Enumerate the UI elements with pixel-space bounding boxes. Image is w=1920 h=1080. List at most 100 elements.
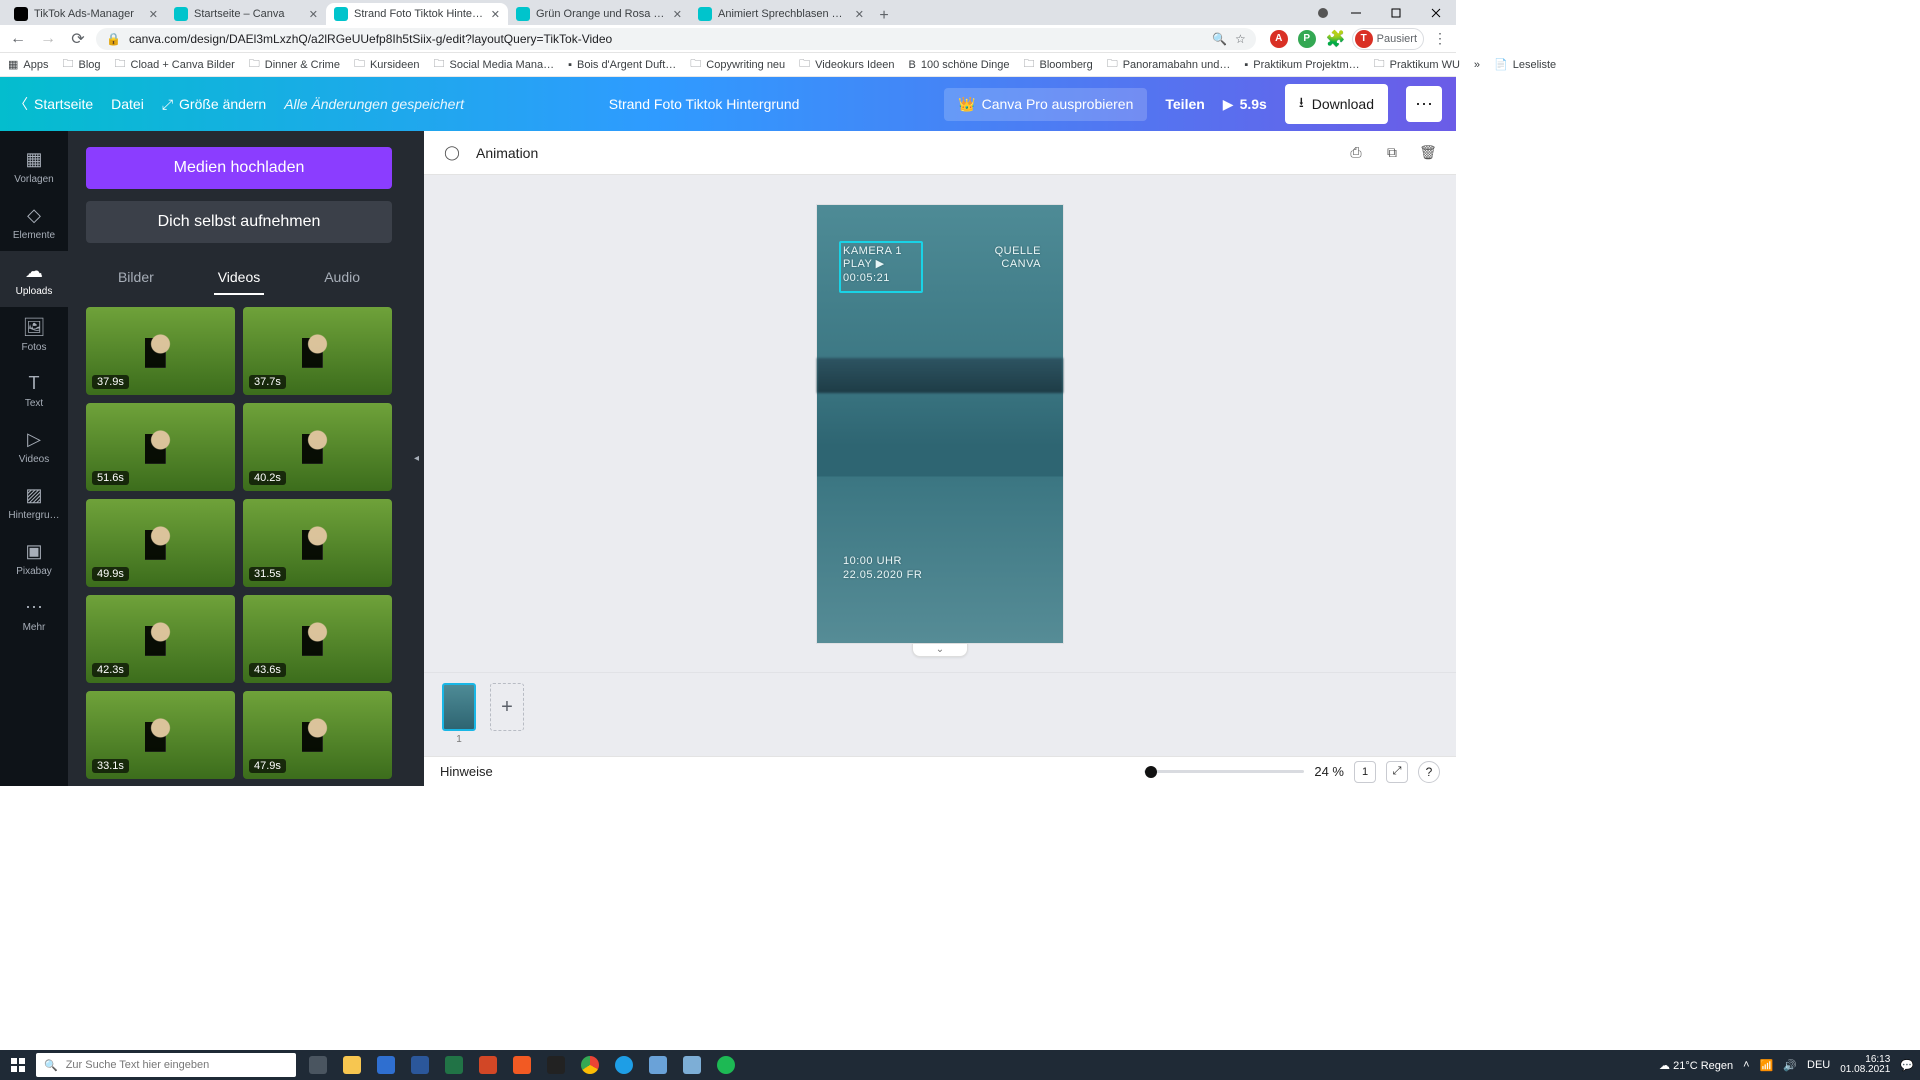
- back-button[interactable]: ←: [6, 27, 30, 51]
- fullscreen-button[interactable]: ⤢: [1386, 761, 1408, 783]
- video-thumb[interactable]: 47.9s: [243, 691, 392, 779]
- tab-0[interactable]: TikTok Ads-Manager ✕: [6, 3, 166, 25]
- brave-button[interactable]: [506, 1050, 538, 1080]
- bookmark-item[interactable]: 🗀Cload + Canva Bilder: [115, 55, 235, 74]
- taskview-button[interactable]: [302, 1050, 334, 1080]
- app-generic-2[interactable]: [676, 1050, 708, 1080]
- file-menu[interactable]: Datei: [111, 96, 144, 112]
- trash-icon[interactable]: 🗑: [1416, 141, 1440, 165]
- extension-abp-icon[interactable]: A: [1270, 30, 1288, 48]
- close-window-button[interactable]: [1416, 0, 1456, 25]
- rail-text[interactable]: TText: [0, 363, 68, 419]
- maximize-button[interactable]: [1376, 0, 1416, 25]
- clock[interactable]: 16:13 01.08.2021: [1840, 1055, 1890, 1076]
- rail-videos[interactable]: ▷Videos: [0, 419, 68, 475]
- add-page-button[interactable]: +: [490, 683, 524, 731]
- wifi-icon[interactable]: 📶: [1760, 1059, 1774, 1072]
- rail-templates[interactable]: ▦Vorlagen: [0, 139, 68, 195]
- animation-button[interactable]: Animation: [476, 145, 538, 161]
- zoom-icon[interactable]: 🔍: [1212, 32, 1227, 46]
- bookmark-item[interactable]: 🗀Panoramabahn und…: [1107, 55, 1231, 74]
- notes-button[interactable]: Hinweise: [440, 764, 493, 779]
- rail-elements[interactable]: ◇Elemente: [0, 195, 68, 251]
- video-thumb[interactable]: 42.3s: [86, 595, 235, 683]
- close-icon[interactable]: ✕: [491, 8, 500, 21]
- excel-button[interactable]: [438, 1050, 470, 1080]
- minimize-button[interactable]: [1336, 0, 1376, 25]
- reload-button[interactable]: ⟳: [66, 27, 90, 51]
- rail-pixabay[interactable]: ▣Pixabay: [0, 531, 68, 587]
- new-tab-button[interactable]: +: [872, 7, 896, 25]
- bookmark-item[interactable]: 🗀Dinner & Crime: [249, 55, 340, 74]
- bookmark-item[interactable]: 🗀Praktikum WU: [1374, 55, 1460, 74]
- overlay-datetime[interactable]: 10:00 UHR 22.05.2020 FR: [843, 555, 922, 583]
- video-thumb[interactable]: 40.2s: [243, 403, 392, 491]
- powerpoint-button[interactable]: [472, 1050, 504, 1080]
- tray-chevron-up-icon[interactable]: ˄: [1743, 1059, 1749, 1071]
- star-icon[interactable]: ☆: [1235, 32, 1246, 46]
- home-button[interactable]: 〈 Startseite: [14, 94, 93, 114]
- word-button[interactable]: [404, 1050, 436, 1080]
- tab-images[interactable]: Bilder: [114, 261, 158, 295]
- mail-button[interactable]: [370, 1050, 402, 1080]
- design-canvas[interactable]: KAMERA 1 PLAY ▶ 00:05:21 QUELLE CANVA 10…: [817, 205, 1063, 643]
- tab-2[interactable]: Strand Foto Tiktok Hintergrund – ✕: [326, 3, 508, 25]
- spotify-button[interactable]: [710, 1050, 742, 1080]
- video-thumb[interactable]: 37.9s: [86, 307, 235, 395]
- obs-button[interactable]: [540, 1050, 572, 1080]
- browser-menu-button[interactable]: ⋮: [1430, 30, 1450, 47]
- bookmark-item[interactable]: B100 schöne Dinge: [908, 59, 1009, 71]
- resize-button[interactable]: ⤢ Größe ändern: [162, 96, 266, 113]
- canvas-stage[interactable]: KAMERA 1 PLAY ▶ 00:05:21 QUELLE CANVA 10…: [424, 175, 1456, 672]
- page-count-button[interactable]: 1: [1354, 761, 1376, 783]
- tab-audio[interactable]: Audio: [320, 261, 364, 295]
- start-button[interactable]: [0, 1050, 36, 1080]
- slider-knob[interactable]: [1145, 766, 1157, 778]
- taskbar-search[interactable]: 🔍 Zur Suche Text hier eingeben: [36, 1053, 296, 1077]
- extension-pin-icon[interactable]: P: [1298, 30, 1316, 48]
- help-button[interactable]: ?: [1418, 761, 1440, 783]
- video-thumb[interactable]: 31.5s: [243, 499, 392, 587]
- zoom-value[interactable]: 24 %: [1314, 764, 1344, 779]
- tab-3[interactable]: Grün Orange und Rosa Organisc ✕: [508, 3, 690, 25]
- bookmark-item[interactable]: 🗀Blog: [62, 55, 100, 74]
- language-indicator[interactable]: DEU: [1807, 1059, 1830, 1071]
- bookmarks-overflow[interactable]: »: [1474, 59, 1480, 71]
- bookmark-item[interactable]: 🗀Kursideen: [354, 55, 420, 74]
- video-thumb[interactable]: 37.7s: [243, 307, 392, 395]
- bookmark-item[interactable]: 🗀Bloomberg: [1024, 55, 1093, 74]
- collapse-panel-button[interactable]: ◂: [410, 131, 424, 786]
- omnibox[interactable]: 🔒 canva.com/design/DAEl3mLxzhQ/a2lRGeUUe…: [96, 28, 1256, 50]
- video-thumb[interactable]: 33.1s: [86, 691, 235, 779]
- overlay-camera[interactable]: KAMERA 1 PLAY ▶ 00:05:21: [843, 245, 902, 286]
- video-thumb[interactable]: 51.6s: [86, 403, 235, 491]
- download-button[interactable]: ⭳ Download: [1285, 84, 1388, 124]
- weather-widget[interactable]: ☁ 21°C Regen: [1659, 1059, 1733, 1072]
- page-expand-handle[interactable]: ⌄: [912, 643, 968, 657]
- chrome-button[interactable]: [574, 1050, 606, 1080]
- notifications-button[interactable]: 💬: [1900, 1059, 1914, 1072]
- record-yourself-button[interactable]: Dich selbst aufnehmen: [86, 201, 392, 243]
- app-generic-1[interactable]: [642, 1050, 674, 1080]
- duplicate-icon[interactable]: ⧉: [1380, 141, 1404, 165]
- share-button[interactable]: Teilen: [1165, 96, 1204, 112]
- bookmark-item[interactable]: 🗀Videokurs Ideen: [799, 55, 894, 74]
- close-icon[interactable]: ✕: [149, 8, 158, 21]
- more-menu-button[interactable]: ⋯: [1406, 86, 1442, 122]
- video-thumb[interactable]: 49.9s: [86, 499, 235, 587]
- tab-videos[interactable]: Videos: [214, 261, 265, 295]
- close-icon[interactable]: ✕: [673, 8, 682, 21]
- bookmark-item[interactable]: 🗀Copywriting neu: [690, 55, 785, 74]
- upload-media-button[interactable]: Medien hochladen: [86, 147, 392, 189]
- rail-photos[interactable]: 🖼Fotos: [0, 307, 68, 363]
- design-title[interactable]: Strand Foto Tiktok Hintergrund: [482, 96, 926, 112]
- close-icon[interactable]: ✕: [855, 8, 864, 21]
- overlay-source[interactable]: QUELLE CANVA: [995, 245, 1041, 273]
- rail-more[interactable]: ⋯Mehr: [0, 587, 68, 643]
- profile-chip[interactable]: T Pausiert: [1352, 28, 1424, 50]
- explorer-button[interactable]: [336, 1050, 368, 1080]
- add-page-icon[interactable]: ⎙: [1344, 141, 1368, 165]
- zoom-slider[interactable]: [1144, 770, 1304, 773]
- page-thumb-1[interactable]: 1: [442, 683, 476, 731]
- bookmark-item[interactable]: ▪Praktikum Projektm…: [1244, 59, 1359, 71]
